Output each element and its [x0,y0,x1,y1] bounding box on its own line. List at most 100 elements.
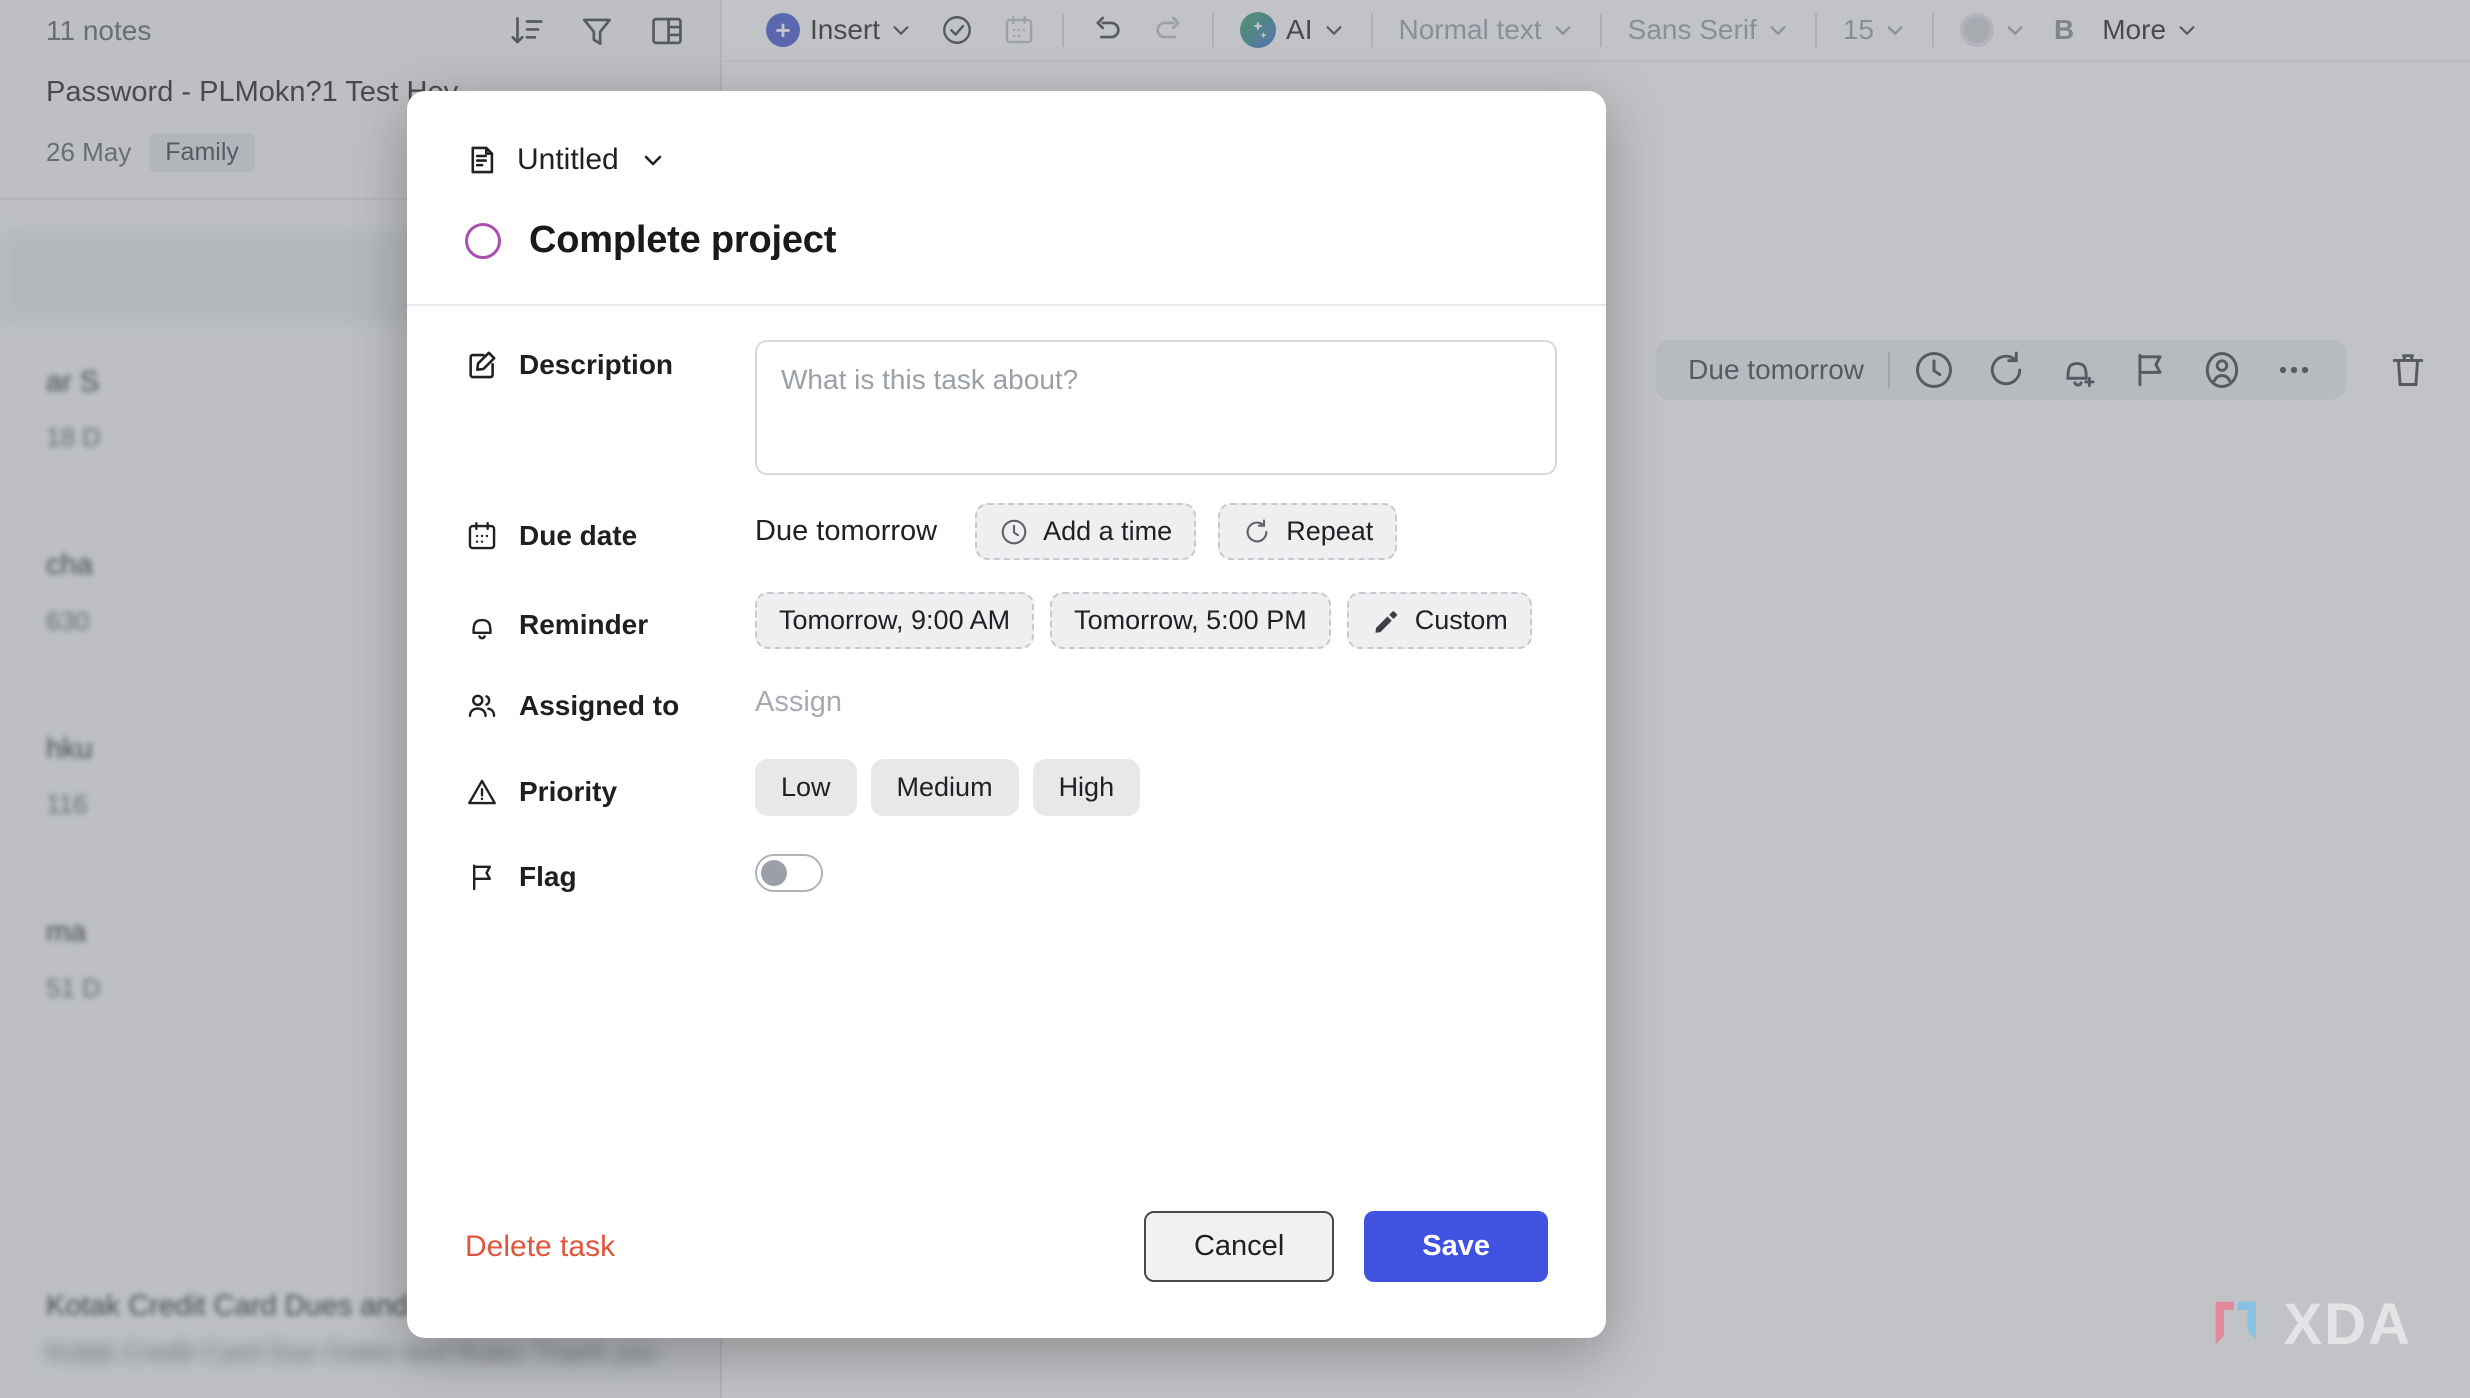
more-button[interactable]: More [2088,4,2212,56]
toolbar-divider [1212,13,1215,47]
cancel-button[interactable]: Cancel [1143,1211,1335,1282]
footer-actions: Cancel Save [1143,1211,1548,1282]
notes-list-header: 11 notes [0,0,720,62]
delete-task-button[interactable]: Delete task [465,1230,615,1264]
reminder-custom-chip[interactable]: Custom [1346,592,1532,649]
priority-high-label: High [1058,772,1115,802]
toolbar-divider [1814,13,1817,47]
task-title[interactable]: Complete project [529,219,836,262]
due-date-value[interactable]: Due tomorrow [755,515,937,548]
field-label-flag: Flag [465,852,755,894]
field-flag: Flag [465,852,1548,894]
bell-plus-icon[interactable] [2056,348,2100,392]
bold-label: B [2053,14,2075,45]
task-complete-checkbox[interactable] [465,222,501,259]
calendar-button[interactable] [988,4,1050,56]
task-due-pill[interactable]: Due tomorrow [1656,340,2346,400]
add-a-time-chip[interactable]: Add a time [975,503,1197,560]
repeat-icon [1242,517,1272,547]
document-selector[interactable]: Untitled [465,143,1548,177]
priority-label: Priority [519,775,618,807]
font-family-dropdown[interactable]: Sans Serif [1614,4,1803,56]
chevron-down-icon [1884,19,1906,41]
field-label-due-date: Due date [465,511,755,553]
priority-low-label: Low [781,772,831,802]
bell-icon [465,608,499,642]
note-preview: Kotak Credit Card Due Dates and Rules Th… [46,1337,658,1368]
person-circle-icon[interactable] [2200,348,2244,392]
field-label-priority: Priority [465,767,755,809]
xda-logo-icon [2215,1301,2256,1344]
repeat-label: Repeat [1286,516,1374,546]
notes-count-label: 11 notes [46,15,152,46]
font-family-label: Sans Serif [1627,14,1757,45]
note-date: 26 May [46,136,132,167]
chevron-down-icon[interactable] [641,148,665,172]
field-due-date: Due date Due tomorrow Add a time Repeat [465,503,1548,560]
edit-pencil-icon [465,348,499,382]
notes-header-actions [508,12,686,50]
repeat-chip[interactable]: Repeat [1218,503,1398,560]
priority-medium-label: Medium [896,772,993,802]
field-value-reminder: Tomorrow, 9:00 AM Tomorrow, 5:00 PM Cust… [755,592,1548,649]
insert-button[interactable]: + Insert [752,4,926,56]
insert-label: Insert [810,14,881,45]
field-label-reminder: Reminder [465,600,755,642]
field-priority: Priority Low Medium High [465,759,1548,816]
plus-circle-icon: + [766,13,800,47]
reminder-morning-chip[interactable]: Tomorrow, 9:00 AM [755,592,1035,649]
font-size-label: 15 [1842,14,1874,45]
task-detail-modal: Untitled Complete project Description Wh… [407,91,1606,1338]
note-date: 116 [46,789,88,820]
ai-button[interactable]: AI [1226,4,1358,56]
ai-sparkle-icon [1240,12,1277,48]
description-label: Description [519,349,674,380]
modal-body: Description Due date Due tomorrow [407,306,1606,1211]
trash-icon[interactable] [2386,348,2430,392]
reminder-evening-label: Tomorrow, 5:00 PM [1074,605,1307,635]
font-size-dropdown[interactable]: 15 [1829,4,1920,56]
ai-label: AI [1286,14,1313,45]
reminder-morning-label: Tomorrow, 9:00 AM [779,605,1011,635]
sort-icon[interactable] [508,12,546,50]
note-tag: Family [149,132,255,172]
flag-icon[interactable] [2128,348,2172,392]
reminder-evening-chip[interactable]: Tomorrow, 5:00 PM [1050,592,1331,649]
editor-toolbar: + Insert AI Normal text Sans Serif 15 B … [724,0,2470,62]
field-label-description: Description [465,340,755,382]
more-horizontal-icon[interactable] [2272,348,2316,392]
task-title-row: Complete project [465,219,1548,304]
task-due-label: Due tomorrow [1688,354,1864,385]
priority-option-medium[interactable]: Medium [870,759,1019,816]
assign-input[interactable]: Assign [755,686,842,719]
chevron-down-icon [1767,19,1789,41]
more-label: More [2102,14,2167,45]
priority-option-low[interactable]: Low [755,759,857,816]
description-input[interactable] [755,340,1557,475]
reminder-label: Reminder [519,608,649,640]
field-description: Description [465,340,1557,475]
chevron-down-icon [1552,19,1574,41]
bold-button[interactable]: B [2040,4,2088,56]
flag-toggle[interactable] [755,854,823,892]
repeat-icon[interactable] [1984,348,2028,392]
pencil-icon [1371,606,1401,636]
checkbox-button[interactable] [926,4,988,56]
undo-button[interactable] [1076,4,1138,56]
priority-option-high[interactable]: High [1032,759,1141,816]
clock-icon [999,517,1029,547]
clock-icon[interactable] [1912,348,1956,392]
document-title: Untitled [517,143,619,176]
layout-icon[interactable] [648,12,686,50]
chevron-down-icon [2176,19,2198,41]
save-button[interactable]: Save [1364,1211,1548,1282]
modal-footer: Delete task Cancel Save [407,1211,1606,1338]
note-date: 18 D [46,422,101,453]
pill-divider [1888,352,1890,388]
text-style-dropdown[interactable]: Normal text [1385,4,1588,56]
redo-button[interactable] [1138,4,1200,56]
filter-icon[interactable] [578,12,616,50]
text-color-dropdown[interactable] [1946,4,2040,56]
toolbar-divider [1370,13,1373,47]
task-strip-actions: Due tomorrow [1656,340,2430,400]
